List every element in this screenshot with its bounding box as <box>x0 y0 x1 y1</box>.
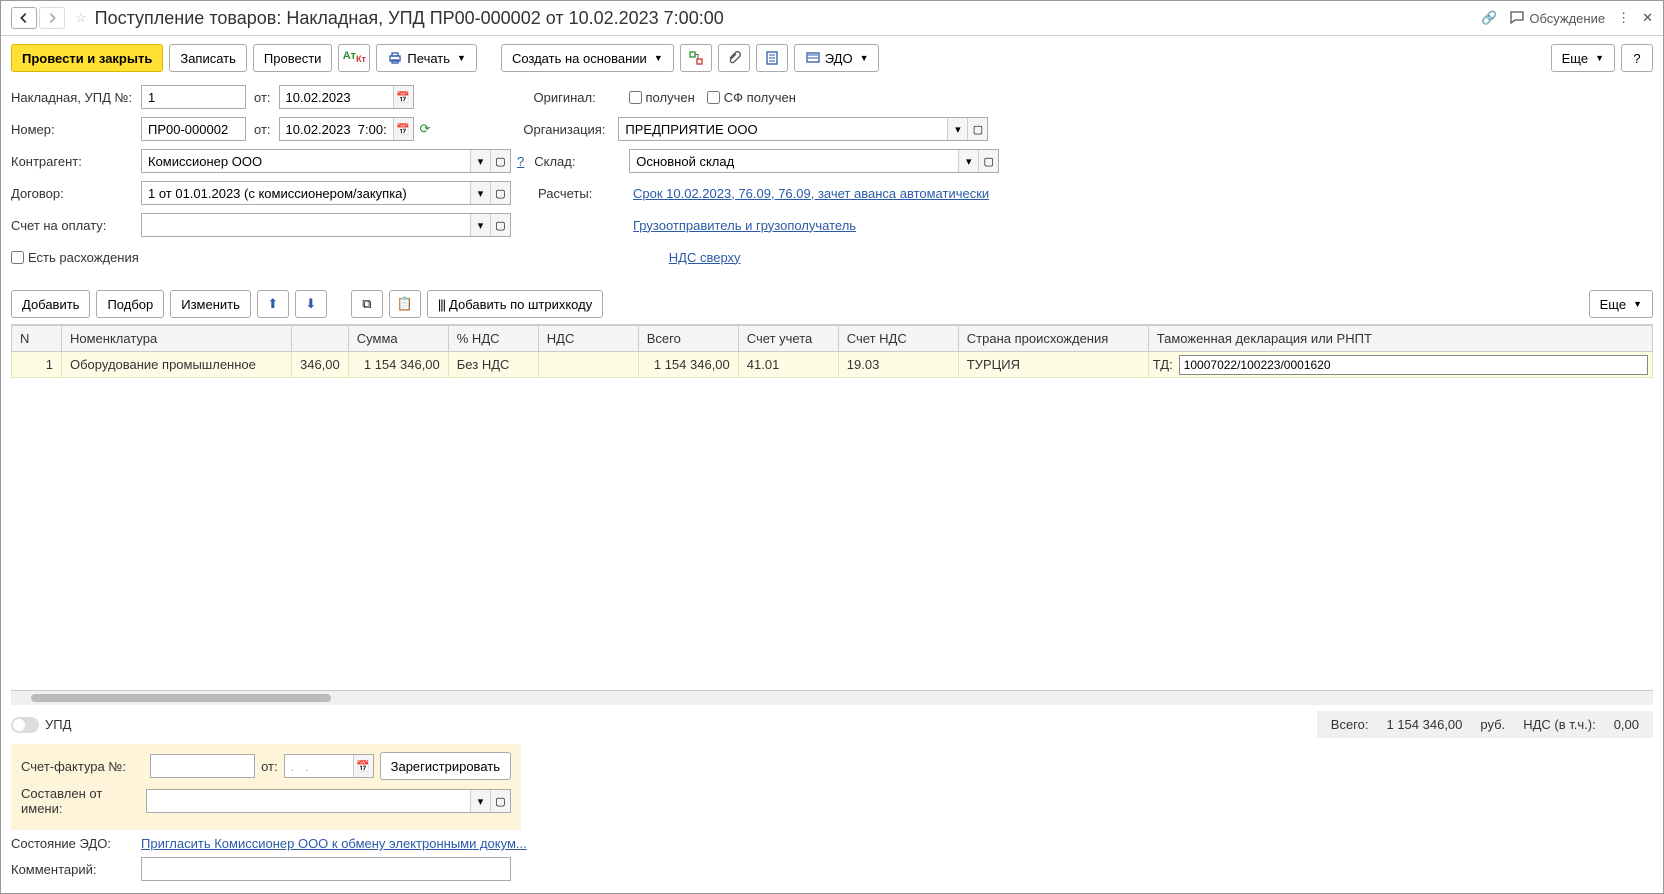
col-sum[interactable]: Сумма <box>348 326 448 352</box>
attachment-button[interactable] <box>718 44 750 72</box>
move-up-button[interactable]: ⬆ <box>257 290 289 318</box>
col-vat-pct[interactable]: % НДС <box>448 326 538 352</box>
col-qty[interactable] <box>292 326 349 352</box>
col-n[interactable]: N <box>12 326 62 352</box>
number-input[interactable] <box>141 117 246 141</box>
create-based-button[interactable]: Создать на основании▼ <box>501 44 674 72</box>
write-button[interactable]: Записать <box>169 44 247 72</box>
edo-button[interactable]: ЭДО▼ <box>794 44 880 72</box>
invoice-upd-label: Накладная, УПД №: <box>11 90 141 105</box>
dropdown-icon[interactable]: ▾ <box>470 790 490 812</box>
calc-label: Расчеты: <box>538 186 633 201</box>
forward-button[interactable] <box>39 7 65 29</box>
counterparty-help[interactable]: ? <box>517 154 524 169</box>
open-icon[interactable]: ▢ <box>490 150 510 172</box>
original-label: Оригинал: <box>534 90 629 105</box>
contract-input[interactable] <box>142 182 470 204</box>
discuss-button[interactable]: Обсуждение <box>1509 10 1605 26</box>
structure-button[interactable] <box>680 44 712 72</box>
select-button[interactable]: Подбор <box>96 290 164 318</box>
dtkt-button[interactable]: АтКт <box>338 44 370 72</box>
print-button[interactable]: Печать▼ <box>376 44 477 72</box>
star-icon[interactable]: ☆ <box>75 10 87 26</box>
document-icon-button[interactable] <box>756 44 788 72</box>
org-label: Организация: <box>523 122 618 137</box>
dropdown-icon[interactable]: ▾ <box>958 150 978 172</box>
warehouse-input[interactable] <box>630 150 958 172</box>
sf-received-checkbox[interactable]: СФ получен <box>707 90 796 105</box>
counterparty-label: Контрагент: <box>11 154 141 169</box>
table-row[interactable]: 1 Оборудование промышленное 346,00 1 154… <box>12 352 1653 378</box>
invoice-sf-label: Счет-фактура №: <box>21 759 144 774</box>
refresh-icon[interactable]: ⟳ <box>420 121 431 137</box>
invoice-date-input[interactable] <box>280 86 393 108</box>
open-icon[interactable]: ▢ <box>490 214 510 236</box>
post-close-button[interactable]: Провести и закрыть <box>11 44 163 72</box>
kebab-menu[interactable]: ⋮ <box>1617 10 1630 26</box>
calendar-icon[interactable]: 📅 <box>393 118 413 140</box>
warehouse-label: Склад: <box>534 154 629 169</box>
invoice-sf-no-input[interactable] <box>150 754 255 778</box>
col-customs[interactable]: Таможенная декларация или РНПТ <box>1148 326 1652 352</box>
add-barcode-button[interactable]: ||| Добавить по штрихкоду <box>427 290 603 318</box>
back-button[interactable] <box>11 7 37 29</box>
comment-input[interactable] <box>141 857 511 881</box>
vat-link[interactable]: НДС сверху <box>669 250 741 265</box>
add-button[interactable]: Добавить <box>11 290 90 318</box>
on-behalf-label: Составлен от имени: <box>21 786 140 816</box>
more-button[interactable]: Еще▼ <box>1551 44 1615 72</box>
help-button[interactable]: ? <box>1621 44 1653 72</box>
change-button[interactable]: Изменить <box>170 290 251 318</box>
col-account[interactable]: Счет учета <box>738 326 838 352</box>
dropdown-icon[interactable]: ▾ <box>470 182 490 204</box>
shipper-link[interactable]: Грузоотправитель и грузополучатель <box>633 218 856 233</box>
col-vat-account[interactable]: Счет НДС <box>838 326 958 352</box>
comment-label: Комментарий: <box>11 862 141 877</box>
totals: Всего: 1 154 346,00 руб. НДС (в т.ч.): 0… <box>1317 711 1653 738</box>
customs-input[interactable] <box>1179 355 1648 375</box>
dropdown-icon[interactable]: ▾ <box>947 118 967 140</box>
col-country[interactable]: Страна происхождения <box>958 326 1148 352</box>
number-label: Номер: <box>11 122 141 137</box>
counterparty-input[interactable] <box>142 150 470 172</box>
number-date-input[interactable] <box>280 118 393 140</box>
edo-state-label: Состояние ЭДО: <box>11 836 141 851</box>
paste-button[interactable]: 📋 <box>389 290 421 318</box>
open-icon[interactable]: ▢ <box>490 182 510 204</box>
col-vat[interactable]: НДС <box>538 326 638 352</box>
contract-label: Договор: <box>11 186 141 201</box>
horizontal-scrollbar[interactable] <box>11 691 1653 705</box>
calc-link[interactable]: Срок 10.02.2023, 76.09, 76.09, зачет ава… <box>633 186 989 201</box>
open-icon[interactable]: ▢ <box>967 118 987 140</box>
invoice-no-input[interactable] <box>141 85 246 109</box>
edo-invite-link[interactable]: Пригласить Комиссионер ООО к обмену элек… <box>141 836 527 851</box>
on-behalf-input[interactable] <box>147 790 470 812</box>
open-icon[interactable]: ▢ <box>978 150 998 172</box>
calendar-icon[interactable]: 📅 <box>353 755 373 777</box>
open-icon[interactable]: ▢ <box>490 790 510 812</box>
dropdown-icon[interactable]: ▾ <box>470 214 490 236</box>
table-more-button[interactable]: Еще▼ <box>1589 290 1653 318</box>
items-table: N Номенклатура Сумма % НДС НДС Всего Сче… <box>11 325 1653 378</box>
invoice-pay-label: Счет на оплату: <box>11 218 141 233</box>
col-nomenclature[interactable]: Номенклатура <box>62 326 292 352</box>
calendar-icon[interactable]: 📅 <box>393 86 413 108</box>
move-down-button[interactable]: ⬇ <box>295 290 327 318</box>
copy-button[interactable]: ⧉ <box>351 290 383 318</box>
received-checkbox[interactable]: получен <box>629 90 695 105</box>
invoice-sf-date-input[interactable] <box>285 755 353 777</box>
col-total[interactable]: Всего <box>638 326 738 352</box>
link-icon[interactable]: 🔗 <box>1481 10 1497 26</box>
upd-toggle[interactable] <box>11 717 39 733</box>
close-icon[interactable]: ✕ <box>1642 10 1653 26</box>
invoice-pay-input[interactable] <box>142 214 470 236</box>
upd-label: УПД <box>45 717 71 732</box>
register-button[interactable]: Зарегистрировать <box>380 752 511 780</box>
page-title: Поступление товаров: Накладная, УПД ПР00… <box>95 8 1482 29</box>
dropdown-icon[interactable]: ▾ <box>470 150 490 172</box>
post-button[interactable]: Провести <box>253 44 333 72</box>
discrepancy-checkbox[interactable]: Есть расхождения <box>11 250 139 265</box>
org-input[interactable] <box>619 118 947 140</box>
